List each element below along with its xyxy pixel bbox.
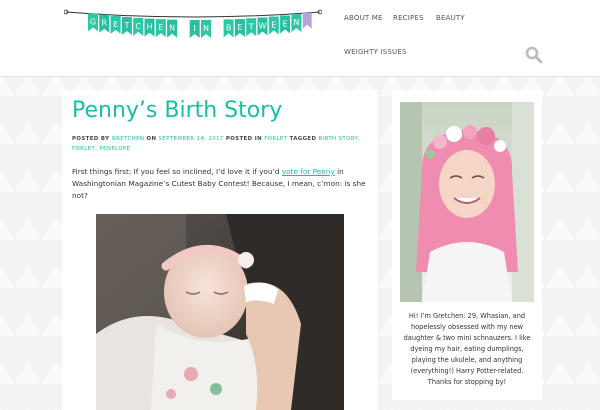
meta-category-link[interactable]: FORLET [264,136,287,142]
main-navigation: ABOUT ME RECIPES BEAUTY WEIGHTY ISSUES [335,0,535,76]
pennant-letter: H [146,23,152,32]
pennant-letter: R [102,19,108,28]
site-logo-banner[interactable]: GRETCHENINBETWEEN [64,6,322,40]
banner-pennant: N [291,14,302,33]
meta-posted-in-label: POSTED IN [225,136,263,142]
pennant-letter: I [194,24,196,33]
nav-item-about-me[interactable]: ABOUT ME [344,14,383,22]
post-title[interactable]: Penny’s Birth Story [72,98,282,123]
banner-pennant: W [257,17,268,36]
pennant-letter: N [203,24,209,33]
banner-pennant: E [268,16,279,35]
banner-pennant: N [167,19,178,38]
meta-on-label: ON [146,136,157,142]
pennant-letter: E [237,23,242,32]
banner-pennant: G [88,13,98,32]
pennant-letter: T [248,22,254,31]
banner-pennant: B [223,19,234,38]
nav-item-beauty[interactable]: BEAUTY [436,14,465,22]
post-article: Penny’s Birth Story POSTED BY GRETCHEN O… [62,90,378,410]
nav-item-recipes[interactable]: RECIPES [393,14,424,22]
pennant-letter: G [90,17,96,26]
banner-pennant: H [144,18,155,37]
banner-pennant: N [201,19,211,38]
pennant-letter: N [169,24,175,33]
author-bio: Hi! I’m Gretchen: 29, Whasian, and hopel… [403,312,531,386]
site-header: GRETCHENINBETWEEN ABOUT ME RECIPES BEAUT… [0,0,600,77]
sidebar-author-widget: Hi! I’m Gretchen: 29, Whasian, and hopel… [392,90,542,400]
post-intro-text: First things first: If you feel so incli… [72,167,282,176]
meta-separator: , [358,136,361,142]
banner-pennant: R [99,14,110,33]
banner-pennant: E [234,18,245,37]
search-icon[interactable] [525,46,543,64]
banner-pennant: T [121,16,132,35]
meta-tag-link[interactable]: PENELOPE [99,146,130,152]
meta-date-link[interactable]: SEPTEMBER 14, 2017 [159,136,224,142]
pennant-letter: C [135,22,141,31]
pennant-letter: E [158,23,163,32]
banner-pennant: T [246,18,257,37]
pennant-letter: T [123,21,129,30]
author-portrait[interactable] [400,102,534,302]
banner-pennant: I [189,19,200,38]
pennant-letter: E [113,20,118,29]
meta-tag-link[interactable]: FORLET [72,146,95,152]
pennant-letter: N [293,18,299,27]
meta-tagged-label: TAGGED [289,136,317,142]
banner-pennant: E [110,15,121,34]
banner-pennant: E [155,19,166,38]
meta-separator: , [95,146,98,152]
pennant-letter: E [283,19,288,28]
meta-posted-by-label: POSTED BY [72,136,110,142]
meta-tag-link[interactable]: BIRTH STORY [319,136,359,142]
vote-for-penny-link[interactable]: vote for Penny [282,167,335,176]
banner-pennant: C [133,17,144,36]
meta-author-link[interactable]: GRETCHEN [112,136,145,142]
pennant-letter: E [271,21,276,30]
baby-photo[interactable] [96,214,344,410]
pennant-letter: W [259,22,267,31]
heart-icon [302,12,312,29]
banner-pennant: E [280,15,291,34]
post-meta: POSTED BY GRETCHEN ON SEPTEMBER 14, 2017… [72,134,362,154]
nav-item-weighty-issues[interactable]: WEIGHTY ISSUES [344,48,407,56]
pennant-letter: B [226,23,232,32]
post-intro-paragraph: First things first: If you feel so incli… [72,166,368,202]
